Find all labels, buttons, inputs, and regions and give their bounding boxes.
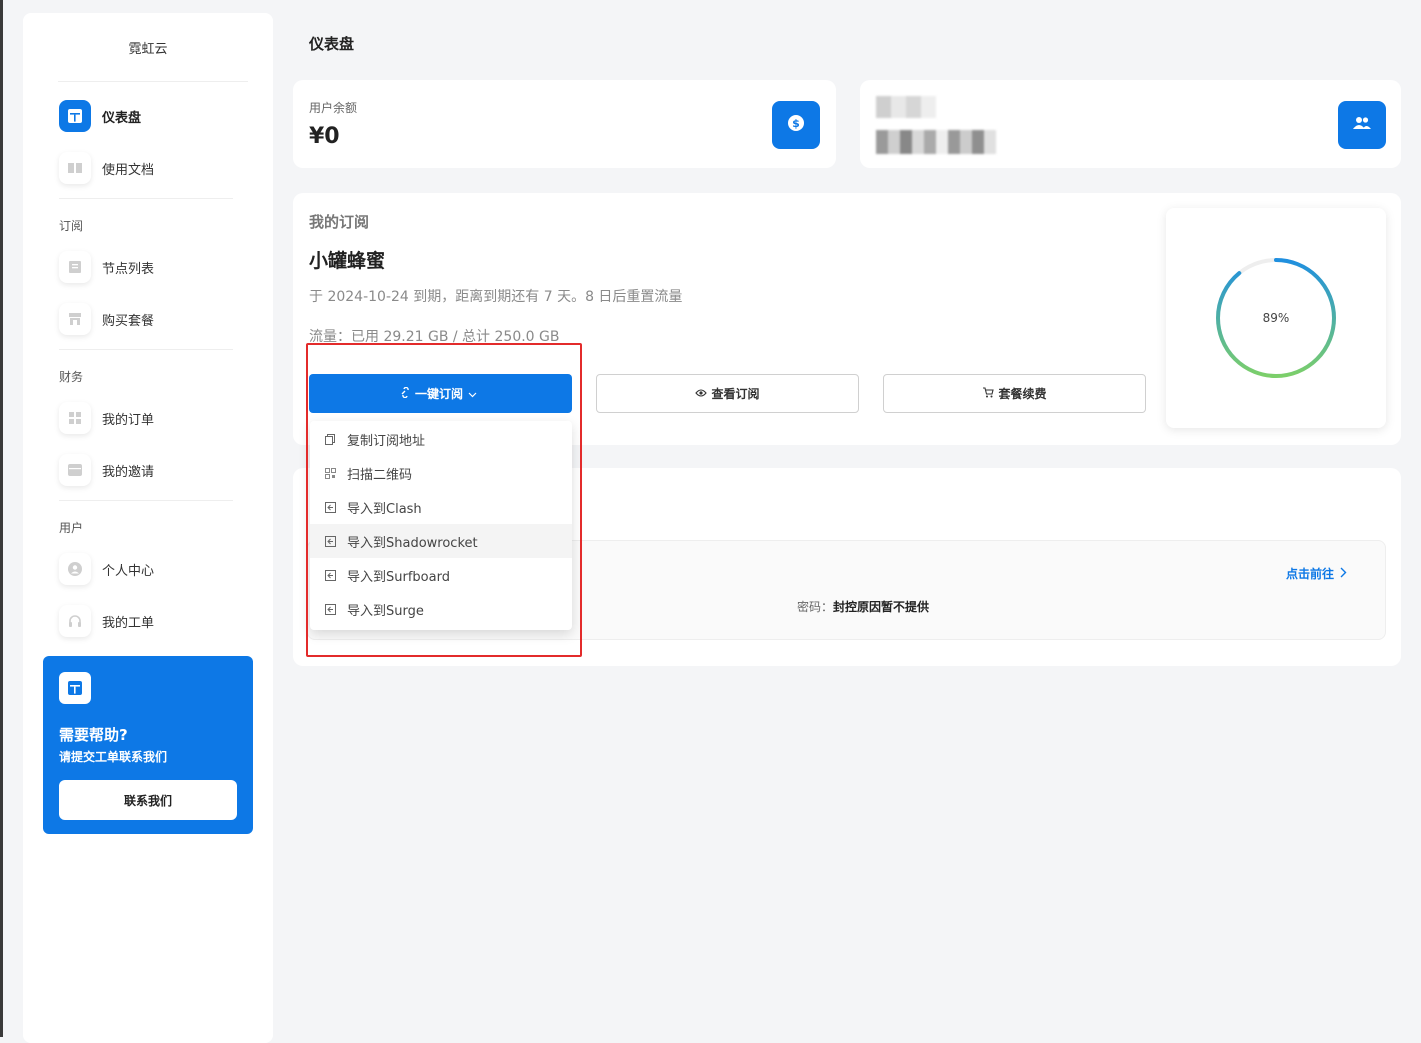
goto-label: 点击前往 (1285, 567, 1334, 581)
eye-icon (695, 387, 711, 401)
password-value: 封控原因暂不提供 (833, 600, 930, 614)
dropdown-item-label: 导入到Clash (347, 501, 422, 517)
import-icon (324, 569, 336, 581)
goto-link[interactable]: 点击前往 (1286, 565, 1347, 582)
sidebar-item-my-invites[interactable]: 我的邀请 (23, 444, 273, 496)
sidebar-item-label: 使用文档 (102, 162, 155, 178)
renew-plan-label: 套餐续费 (998, 387, 1047, 401)
view-subscription-button[interactable]: 查看订阅 (596, 374, 859, 413)
window-edge (0, 0, 3, 1037)
svg-text:$: $ (792, 117, 800, 130)
nav-section-title: 用户 (59, 521, 84, 535)
sidebar-item-label: 我的邀请 (102, 464, 155, 480)
sidebar-nav: 仪表盘 使用文档 订阅 节点列表 购买套餐 财务 我的订单 我的邀请 用户 个人… (23, 82, 273, 647)
dropdown-item-import-surge[interactable]: 导入到Surge (310, 592, 572, 626)
view-subscription-label: 查看订阅 (711, 387, 760, 401)
dropdown-item-label: 导入到Shadowrocket (347, 535, 478, 551)
contact-us-button[interactable]: 联系我们 (59, 780, 237, 820)
dropdown-item-scan-qr[interactable]: 扫描二维码 (310, 456, 572, 490)
blurred-text (876, 130, 996, 154)
password-label: 密码： (797, 600, 834, 614)
sidebar-item-label: 个人中心 (102, 563, 155, 579)
dropdown-item-import-clash[interactable]: 导入到Clash (310, 490, 572, 524)
dropdown-item-import-shadowrocket[interactable]: 导入到Shadowrocket (310, 524, 572, 558)
import-icon (324, 603, 336, 615)
sidebar-item-label: 购买套餐 (102, 313, 155, 329)
chevron-down-icon (468, 387, 481, 401)
brand-name: 霓虹云 (128, 41, 168, 57)
sidebar-item-docs[interactable]: 使用文档 (23, 142, 273, 194)
cart-icon (982, 386, 998, 401)
dropdown-item-label: 复制订阅地址 (347, 433, 426, 449)
dropdown-item-label: 扫描二维码 (347, 467, 413, 483)
sidebar-item-label: 我的工单 (102, 615, 155, 631)
balance-label: 用户余额 (309, 101, 358, 115)
sidebar-item-my-orders[interactable]: 我的订单 (23, 392, 273, 444)
import-icon (324, 501, 336, 513)
users-button[interactable] (1338, 101, 1386, 149)
sidebar-item-node-list[interactable]: 节点列表 (23, 241, 273, 293)
usage-gauge-card: 89% (1166, 208, 1386, 428)
one-click-subscribe-button[interactable]: 一键订阅 (309, 374, 572, 413)
link-icon (400, 386, 415, 401)
subscribe-dropdown-menu: 复制订阅地址 扫描二维码 导入到Clash 导入到Shadowrocket 导入… (310, 421, 572, 630)
sidebar-item-dashboard[interactable]: 仪表盘 (23, 90, 273, 142)
copy-icon (324, 433, 336, 445)
grid-icon (59, 402, 91, 434)
nav-section-title: 订阅 (59, 219, 84, 233)
dropdown-item-import-surfboard[interactable]: 导入到Surfboard (310, 558, 572, 592)
sidebar-item-label: 我的订单 (102, 412, 155, 428)
headset-icon (59, 605, 91, 637)
store-icon (59, 303, 91, 335)
sidebar-item-tickets[interactable]: 我的工单 (23, 595, 273, 647)
user-card (860, 80, 1401, 168)
page-title: 仪表盘 (309, 35, 355, 53)
sidebar-item-profile[interactable]: 个人中心 (23, 543, 273, 595)
usage-percent-label: 89% (1262, 311, 1290, 325)
nav-section-title: 财务 (59, 370, 84, 384)
password-line: 密码：封控原因暂不提供 (797, 598, 929, 615)
dollar-button[interactable]: $ (772, 101, 820, 149)
one-click-subscribe-label: 一键订阅 (414, 387, 463, 401)
dollar-icon: $ (787, 114, 805, 136)
help-title: 需要帮助? (59, 726, 128, 744)
dropdown-item-copy-url[interactable]: 复制订阅地址 (310, 422, 572, 456)
expire-text: 于 2024-10-24 到期，距离到期还有 7 天。8 日后重置流量 (309, 289, 683, 305)
qrcode-icon (324, 467, 336, 479)
sidebar-item-label: 节点列表 (102, 261, 155, 277)
users-icon (1352, 115, 1372, 135)
renew-plan-button[interactable]: 套餐续费 (883, 374, 1146, 413)
sidebar: 霓虹云 仪表盘 使用文档 订阅 节点列表 购买套餐 财务 我的订单 我的邀请 用… (23, 13, 273, 1043)
subscription-section-label: 我的订阅 (309, 213, 370, 231)
balance-value: ¥0 (309, 124, 340, 149)
help-card: 需要帮助? 请提交工单联系我们 联系我们 (43, 656, 253, 834)
book-icon (59, 152, 91, 184)
balance-card: 用户余额 ¥0 $ (293, 80, 836, 168)
traffic-text: 流量：已用 29.21 GB / 总计 250.0 GB (309, 329, 560, 345)
dashboard-icon (59, 100, 91, 132)
sidebar-item-buy-plan[interactable]: 购买套餐 (23, 293, 273, 345)
dropdown-item-label: 导入到Surge (347, 603, 424, 619)
chevron-right-icon (1340, 567, 1347, 581)
list-icon (59, 251, 91, 283)
plan-name: 小罐蜂蜜 (309, 250, 386, 272)
import-icon (324, 535, 336, 547)
user-circle-icon (59, 553, 91, 585)
help-subtitle: 请提交工单联系我们 (59, 750, 168, 764)
dropdown-item-label: 导入到Surfboard (347, 569, 450, 585)
sidebar-item-label: 仪表盘 (102, 110, 142, 126)
blurred-text (876, 96, 936, 118)
dashboard-icon (59, 672, 91, 704)
calendar-icon (59, 454, 91, 486)
